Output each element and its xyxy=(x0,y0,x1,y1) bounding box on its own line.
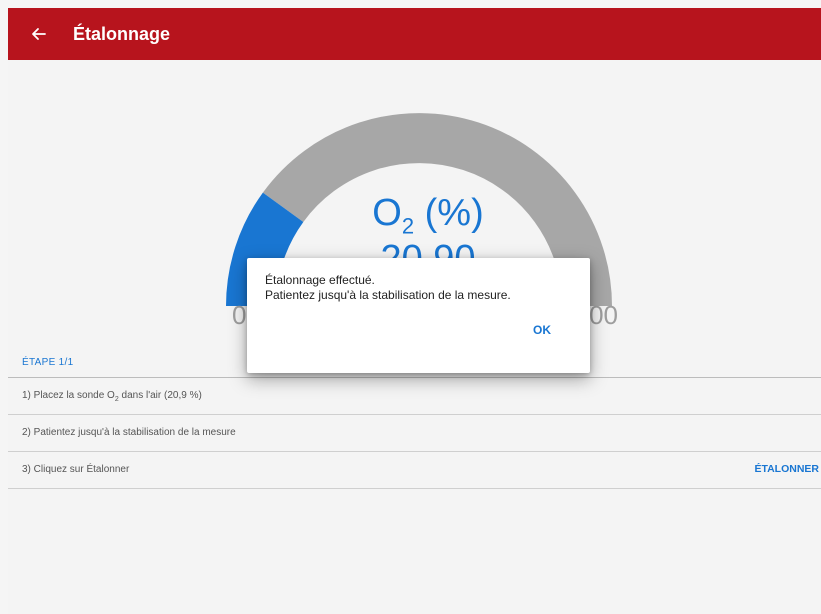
calibration-dialog: Étalonnage effectué. Patientez jusqu'à l… xyxy=(247,258,590,373)
dialog-message: Étalonnage effectué. Patientez jusqu'à l… xyxy=(265,273,511,302)
app-frame: Étalonnage O2 (%) 20.90 0 00 ÉTAPE 1/1 1… xyxy=(8,8,821,614)
ok-button[interactable]: OK xyxy=(533,323,551,337)
